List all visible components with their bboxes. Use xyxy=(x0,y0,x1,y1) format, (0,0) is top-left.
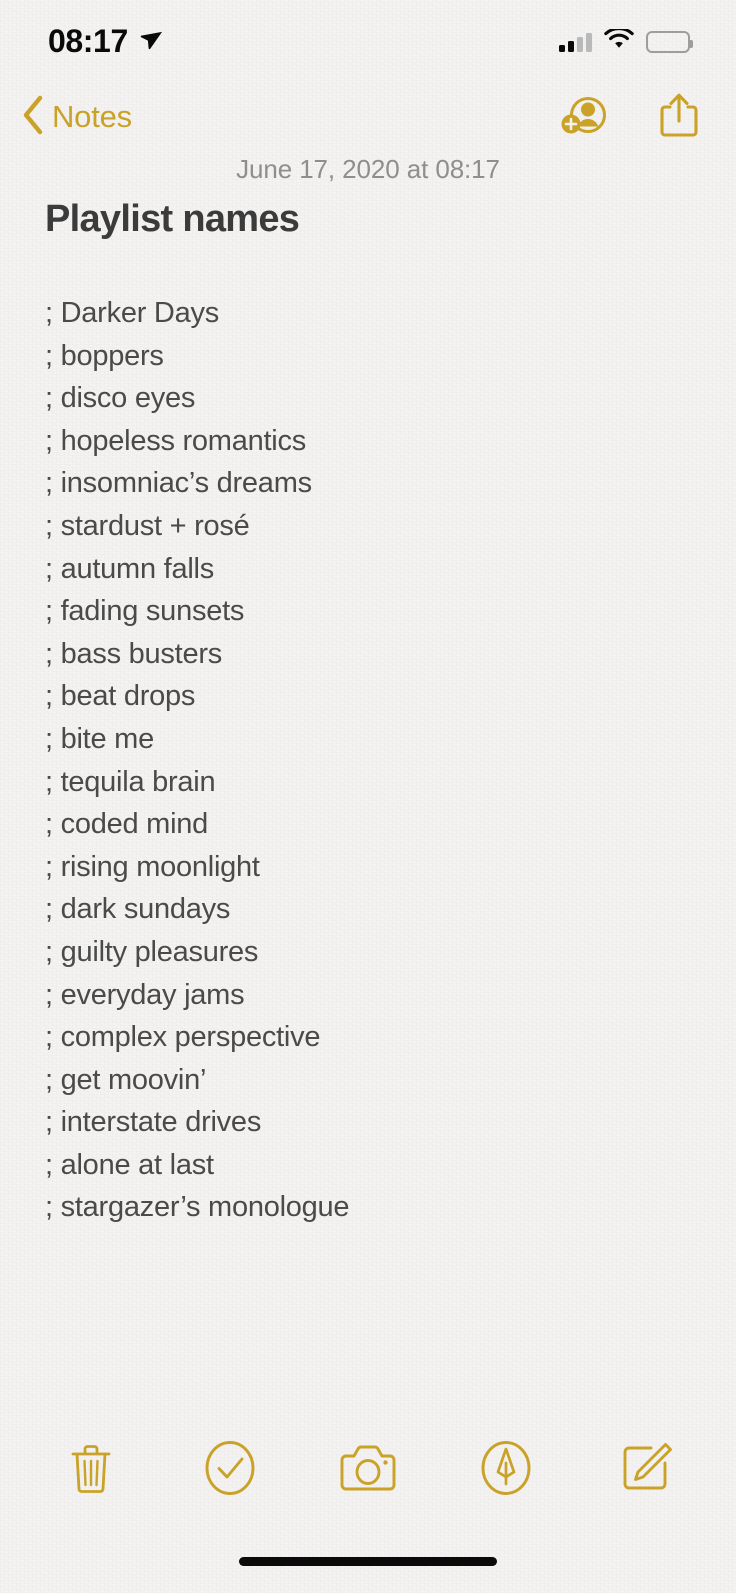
camera-button[interactable] xyxy=(335,1437,401,1503)
compose-button[interactable] xyxy=(612,1437,678,1503)
note-line: ; autumn falls xyxy=(45,552,214,585)
bottom-toolbar xyxy=(0,1433,736,1507)
chevron-left-icon xyxy=(20,94,46,141)
note-line: ; dark sundays xyxy=(45,893,231,926)
note-line: ; disco eyes xyxy=(45,382,196,415)
battery-cap xyxy=(690,40,693,48)
checkmark-circle-icon xyxy=(203,1439,257,1502)
wifi-icon xyxy=(604,26,634,56)
note-line: ; insomniac’s dreams xyxy=(45,467,312,500)
note-line: ; hopeless romantics xyxy=(45,424,306,457)
status-bar-time: 08:17 xyxy=(48,22,128,59)
camera-icon xyxy=(338,1443,398,1498)
note-body-text[interactable]: ; Darker Days ; boppers ; disco eyes ; hope… xyxy=(45,292,696,1229)
note-line: ; stardust + rosé xyxy=(45,509,250,542)
status-bar-right xyxy=(559,26,693,56)
checklist-button[interactable] xyxy=(197,1437,263,1503)
note-line: ; boppers xyxy=(45,339,164,372)
note-line: ; tequila brain xyxy=(45,765,216,798)
back-to-notes-button[interactable]: Notes xyxy=(20,94,132,141)
note-line: ; guilty pleasures xyxy=(45,935,259,968)
back-button-label: Notes xyxy=(52,99,132,134)
add-person-icon[interactable] xyxy=(558,92,608,143)
location-arrow-icon xyxy=(137,26,163,57)
note-line: ; alone at last xyxy=(45,1148,214,1181)
notes-app-screen: 08:17 Notes June 17, 2020 at 08:17 Playl… xyxy=(0,0,736,1593)
markup-button[interactable] xyxy=(473,1437,539,1503)
note-line: ; coded mind xyxy=(45,808,209,841)
status-bar: 08:17 xyxy=(0,0,736,76)
note-line: ; rising moonlight xyxy=(45,850,260,883)
home-indicator xyxy=(239,1557,497,1566)
note-line: ; bite me xyxy=(45,722,154,755)
note-line: ; interstate drives xyxy=(45,1106,262,1139)
trash-icon xyxy=(68,1442,114,1499)
navigation-bar: Notes xyxy=(0,86,736,148)
note-line: ; fading sunsets xyxy=(45,595,245,628)
compose-icon xyxy=(618,1441,672,1500)
note-line: ; stargazer’s monologue xyxy=(45,1191,350,1224)
note-line: ; get moovin’ xyxy=(45,1063,207,1096)
note-line: ; beat drops xyxy=(45,680,196,713)
delete-note-button[interactable] xyxy=(58,1437,124,1503)
note-timestamp: June 17, 2020 at 08:17 xyxy=(236,154,500,184)
markup-pen-icon xyxy=(479,1439,533,1502)
note-line: ; Darker Days xyxy=(45,297,220,329)
note-line: ; everyday jams xyxy=(45,978,245,1011)
share-icon[interactable] xyxy=(658,91,700,144)
navigation-actions xyxy=(558,91,700,144)
note-title[interactable]: Playlist names xyxy=(45,198,300,241)
status-bar-left: 08:17 xyxy=(48,23,163,60)
note-line: ; complex perspective xyxy=(45,1021,321,1054)
cellular-signal-icon xyxy=(559,32,592,52)
note-line: ; bass busters xyxy=(45,637,223,670)
battery-icon xyxy=(646,31,693,53)
